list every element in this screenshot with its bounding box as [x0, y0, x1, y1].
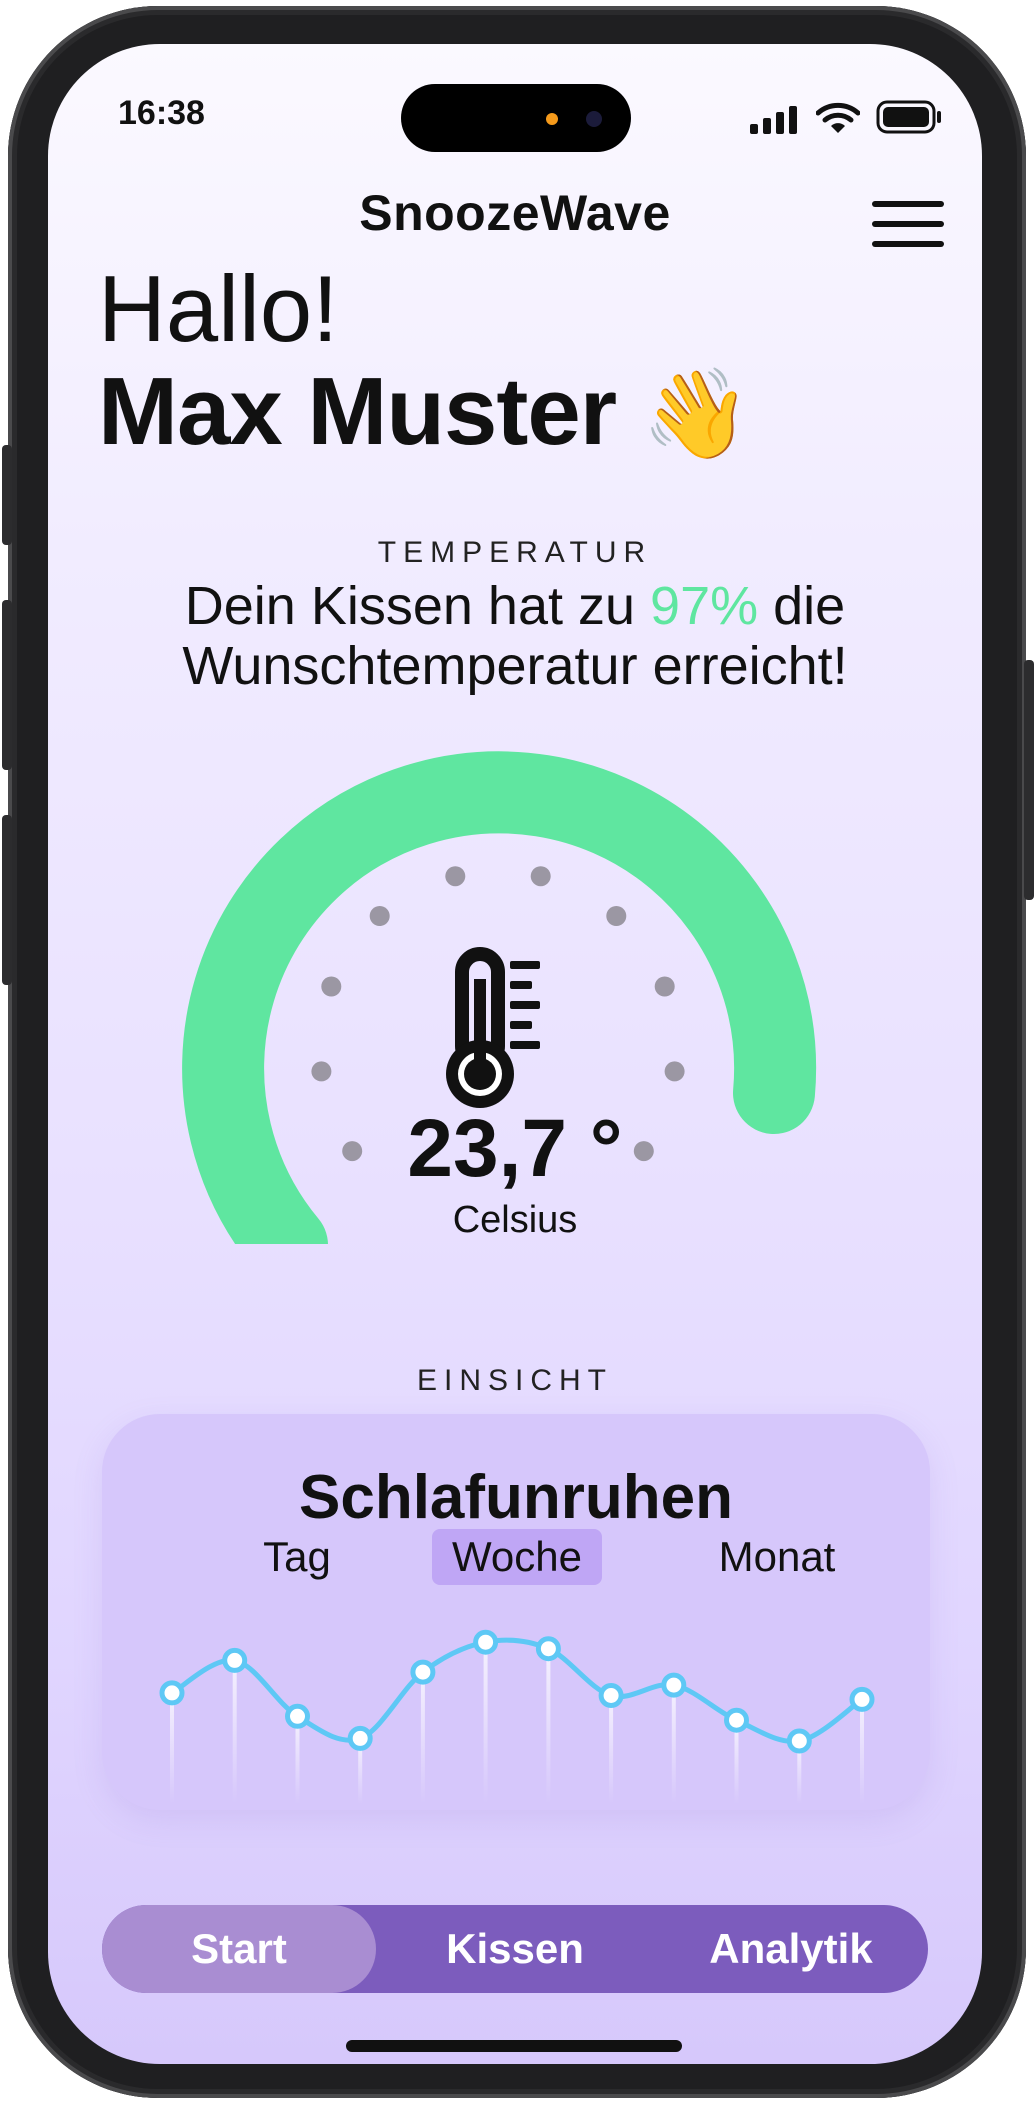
gauge-tick-dot	[445, 866, 466, 887]
chart-drop-line	[860, 1699, 864, 1804]
chart-data-point	[473, 1629, 499, 1655]
power-button	[1024, 660, 1034, 900]
temperature-unit: Celsius	[452, 1199, 578, 1241]
chart-data-point	[598, 1683, 624, 1708]
home-indicator	[346, 2040, 682, 2052]
temperature-gauge	[182, 751, 817, 1244]
temperature-value: 23,7 °	[407, 1103, 623, 1194]
gauge-tick-dot	[311, 1061, 332, 1082]
chart-data-point	[786, 1728, 812, 1754]
tab-start[interactable]: Start	[102, 1905, 376, 1993]
insight-section-label: EINSICHT	[416, 1364, 613, 1397]
gauge-tick-dot	[654, 976, 675, 997]
gauge-tick-dot	[321, 976, 342, 997]
bottom-tab-bar: Start Kissen Analytik	[102, 1905, 928, 1993]
chart-data-point	[724, 1707, 749, 1733]
gauge-tick-dot	[664, 1061, 685, 1082]
volume-up-button	[2, 445, 12, 545]
sleep-disturbance-chart	[159, 1629, 875, 1804]
tab-analytik[interactable]: Analytik	[654, 1905, 928, 1993]
screen: 16:38 SnoozeWave Hallo! Max Muster 👋 TEM…	[48, 44, 982, 2064]
chart-drop-line	[483, 1642, 488, 1804]
chart-drop-line	[671, 1685, 676, 1804]
gauge-tick-dot	[369, 906, 390, 926]
chart-drop-line	[232, 1660, 237, 1804]
chart-drop-line	[734, 1720, 739, 1804]
chart-data-point	[222, 1647, 248, 1673]
chart-drop-line	[609, 1695, 614, 1804]
chart-data-point	[410, 1659, 436, 1685]
chart-series-line	[170, 1637, 864, 1745]
chart-drop-line	[170, 1692, 174, 1804]
chart-data-point	[661, 1672, 687, 1698]
chart-drop-line	[295, 1716, 300, 1804]
chart-data-point	[159, 1680, 185, 1706]
gauge-tick-dot	[530, 866, 551, 887]
chart-drop-line	[546, 1648, 551, 1804]
chart-drop-line	[420, 1672, 425, 1804]
chart-data-point	[535, 1636, 561, 1662]
tab-kissen[interactable]: Kissen	[378, 1905, 652, 1993]
gauge-tick-dot	[606, 906, 627, 926]
chart-data-point	[347, 1725, 373, 1751]
action-button	[2, 815, 12, 985]
chart-data-point	[285, 1703, 310, 1729]
chart-data-point	[849, 1686, 875, 1712]
thermometer-icon	[446, 947, 540, 1108]
sleep-disturbance-card: Schlafunruhen Tag Woche Monat	[102, 1414, 930, 1810]
volume-down-button	[2, 600, 12, 770]
